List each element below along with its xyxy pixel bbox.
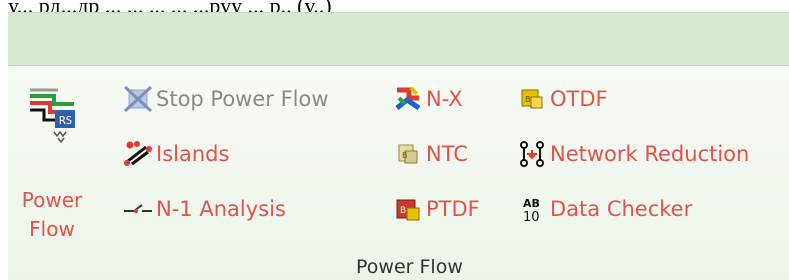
otdf-label: OTDF	[550, 87, 608, 111]
ptdf-icon: B	[390, 193, 426, 225]
power-flow-label: Power Flow	[20, 186, 84, 244]
svg-text:B: B	[525, 95, 531, 104]
n1-analysis-button[interactable]: N-1 Analysis	[120, 190, 286, 228]
svg-text:AB: AB	[523, 197, 540, 210]
network-reduction-button[interactable]: Network Reduction	[514, 135, 749, 173]
network-reduction-label: Network Reduction	[550, 142, 750, 166]
svg-text:B: B	[400, 206, 406, 216]
ribbon: RS Power Flow Stop Power Flow Islands N-…	[8, 12, 789, 280]
data-checker-button[interactable]: AB 10 Data Checker	[514, 190, 692, 228]
power-flow-button[interactable]: RS Power Flow	[20, 86, 84, 246]
svg-text:B: B	[402, 151, 408, 160]
stop-power-flow-label: Stop Power Flow	[156, 87, 329, 111]
ptdf-label: PTDF	[426, 197, 480, 221]
power-flow-group: RS Power Flow Stop Power Flow Islands N-…	[8, 65, 789, 280]
data-checker-icon: AB 10	[514, 193, 550, 225]
otdf-icon: B	[514, 83, 550, 115]
power-flow-icon: RS	[28, 86, 78, 152]
data-checker-label: Data Checker	[550, 197, 693, 221]
n1-analysis-icon	[120, 193, 156, 225]
ntc-button[interactable]: B NTC	[390, 135, 468, 173]
nx-button[interactable]: N-X	[390, 80, 463, 118]
ntc-icon: B	[390, 138, 426, 170]
ribbon-tab-band	[8, 13, 789, 65]
svg-text:10: 10	[523, 210, 540, 225]
n1-analysis-label: N-1 Analysis	[156, 197, 286, 221]
group-label-text: Power Flow	[356, 256, 463, 278]
svg-text:RS: RS	[59, 114, 72, 127]
ptdf-button[interactable]: B PTDF	[390, 190, 480, 228]
network-reduction-icon	[514, 138, 550, 170]
power-flow-label-line1: Power	[21, 188, 83, 212]
power-flow-label-line2: Flow	[29, 217, 75, 241]
islands-icon	[120, 138, 156, 170]
nx-label: N-X	[426, 87, 463, 111]
otdf-button[interactable]: B OTDF	[514, 80, 608, 118]
stop-power-flow-button[interactable]: Stop Power Flow	[120, 80, 329, 118]
ntc-label: NTC	[426, 142, 468, 166]
stop-power-flow-icon	[120, 83, 156, 115]
islands-button[interactable]: Islands	[120, 135, 229, 173]
islands-label: Islands	[156, 142, 230, 166]
nx-icon	[390, 83, 426, 115]
